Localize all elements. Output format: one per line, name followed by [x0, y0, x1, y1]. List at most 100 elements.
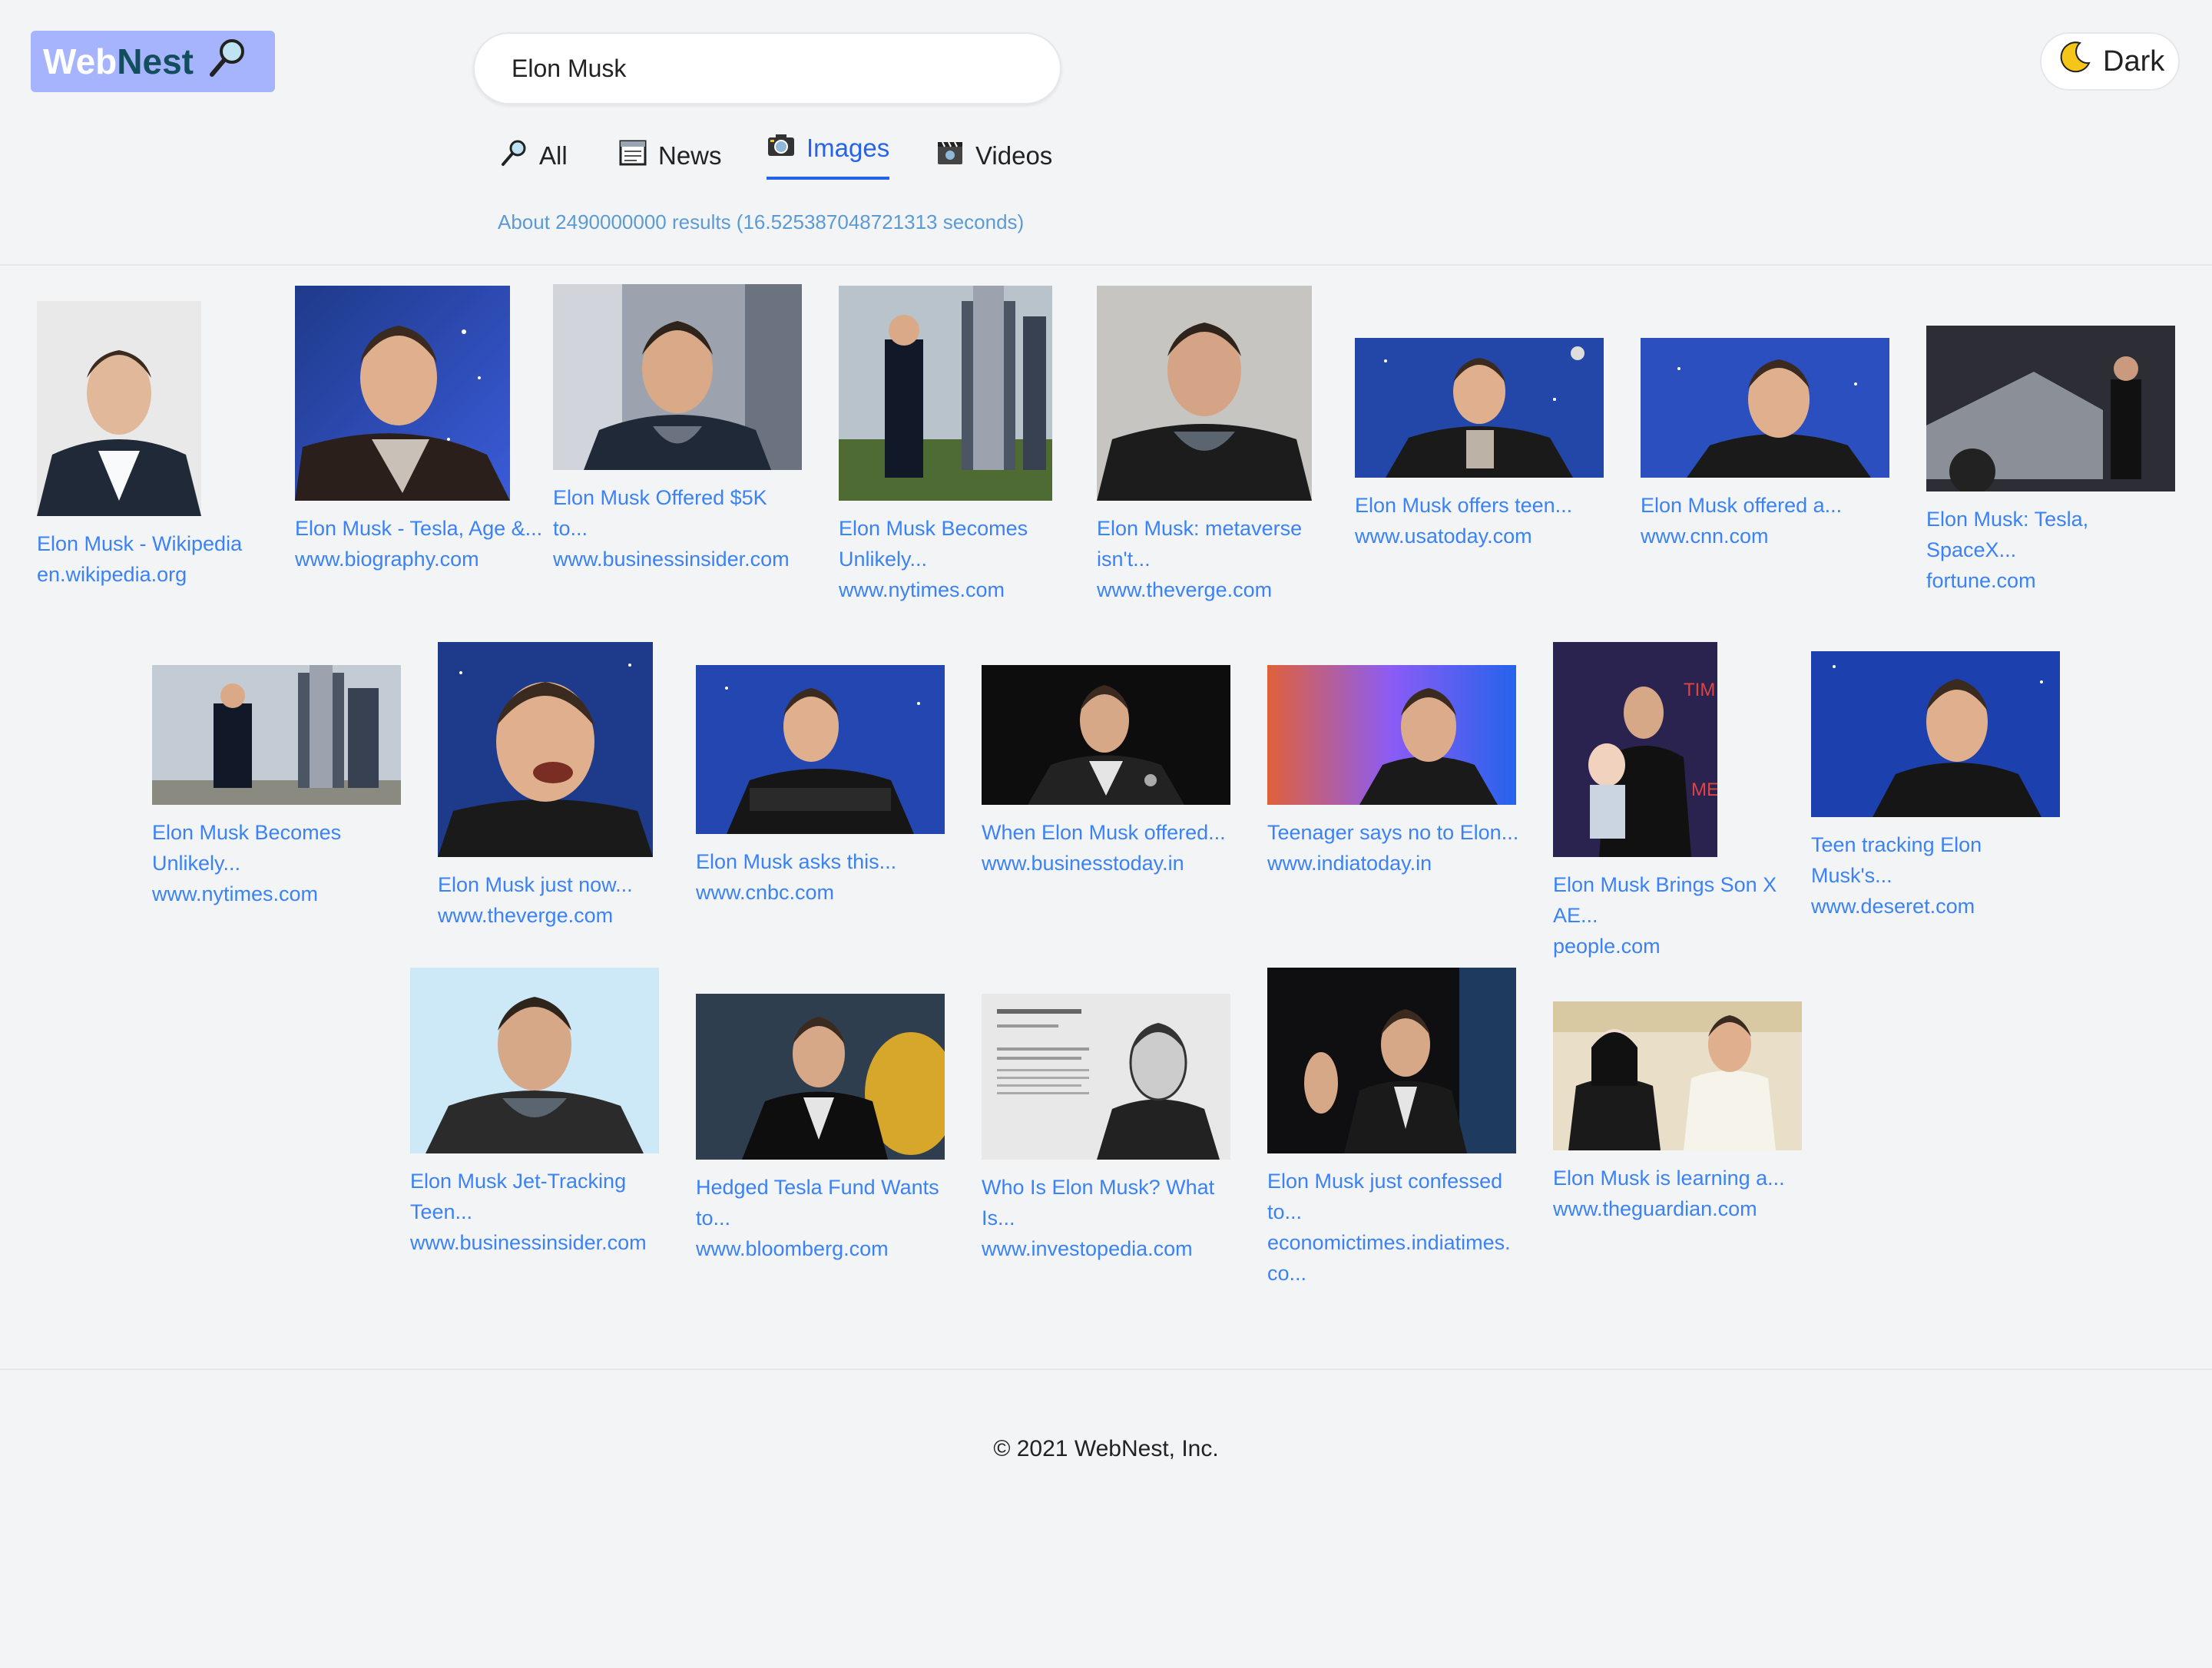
result-source: www.nytimes.com: [839, 578, 1005, 601]
image-result[interactable]: TIM ME Elon Musk Brings Son X AE... people…: [1553, 642, 1806, 961]
result-thumbnail[interactable]: [1926, 326, 2175, 491]
result-thumbnail[interactable]: [1267, 968, 1516, 1153]
search-input[interactable]: Elon Musk: [473, 32, 1061, 104]
image-result[interactable]: Elon Musk asks this... www.cnbc.com: [696, 665, 949, 908]
result-thumbnail[interactable]: [1811, 651, 2060, 817]
image-result[interactable]: Elon Musk - Tesla, Age &... www.biography…: [295, 286, 548, 574]
tab-images-label: Images: [806, 134, 890, 162]
image-result[interactable]: Teen tracking Elon Musk's... www.deseret.…: [1811, 651, 2065, 922]
result-source: www.indiatoday.in: [1267, 852, 1432, 875]
result-source: people.com: [1553, 935, 1661, 958]
result-title: Elon Musk just confessed to...: [1267, 1170, 1503, 1223]
result-thumbnail[interactable]: [1641, 338, 1889, 478]
image-result[interactable]: When Elon Musk offered... www.businesstod…: [982, 665, 1235, 879]
tab-news-label: News: [658, 141, 722, 170]
image-result[interactable]: Elon Musk: Tesla, SpaceX... fortune.com: [1926, 326, 2180, 596]
tab-all-label: All: [539, 141, 568, 170]
result-title: Elon Musk offers teen...: [1355, 494, 1573, 517]
results-stats: About 2490000000 results (16.52538704872…: [498, 210, 1025, 233]
camera-icon: [767, 131, 796, 166]
result-source: www.businesstoday.in: [982, 852, 1184, 875]
result-thumbnail[interactable]: [1267, 665, 1516, 805]
result-source: fortune.com: [1926, 569, 2036, 592]
result-source: www.businessinsider.com: [410, 1231, 647, 1254]
tab-news[interactable]: News: [618, 138, 722, 174]
image-result[interactable]: Elon Musk just confessed to... economicti…: [1267, 968, 1521, 1289]
result-source: www.deseret.com: [1811, 895, 1975, 918]
result-title: Elon Musk offered a...: [1641, 494, 1843, 517]
result-thumbnail[interactable]: [696, 665, 945, 834]
result-title: Elon Musk: metaverse isn't...: [1097, 517, 1303, 571]
result-title: Teenager says no to Elon...: [1267, 821, 1519, 844]
result-thumbnail[interactable]: [37, 301, 201, 516]
magnifier-icon: [206, 36, 249, 88]
image-result[interactable]: Elon Musk Offered $5K to... www.businessi…: [553, 284, 806, 574]
result-thumbnail[interactable]: [152, 665, 401, 805]
tab-images[interactable]: Images: [767, 131, 890, 180]
newspaper-icon: [618, 138, 647, 174]
image-result[interactable]: Hedged Tesla Fund Wants to... www.bloombe…: [696, 994, 949, 1264]
result-thumbnail[interactable]: [982, 665, 1230, 805]
image-result[interactable]: Elon Musk Jet-Tracking Teen... www.busine…: [410, 968, 664, 1258]
tab-videos-label: Videos: [975, 141, 1053, 170]
image-result[interactable]: Elon Musk Becomes Unlikely... www.nytimes…: [839, 286, 1092, 605]
result-title: Elon Musk: Tesla, SpaceX...: [1926, 508, 2089, 561]
result-source: www.usatoday.com: [1355, 525, 1532, 548]
result-source: www.bloomberg.com: [696, 1237, 889, 1260]
image-result[interactable]: Teenager says no to Elon... www.indiatoda…: [1267, 665, 1521, 879]
result-source: en.wikipedia.org: [37, 563, 187, 586]
image-result[interactable]: Elon Musk is learning a... www.theguardia…: [1553, 1001, 1806, 1224]
result-title: Teen tracking Elon Musk's...: [1811, 833, 1982, 887]
result-title: Elon Musk Jet-Tracking Teen...: [410, 1170, 627, 1223]
result-thumbnail[interactable]: [295, 286, 510, 501]
result-source: www.theverge.com: [1097, 578, 1273, 601]
image-result[interactable]: Elon Musk offers teen... www.usatoday.com: [1355, 338, 1608, 551]
result-source: www.cnn.com: [1641, 525, 1769, 548]
video-camera-icon: [935, 138, 965, 174]
result-title: Hedged Tesla Fund Wants to...: [696, 1176, 939, 1229]
result-title: Who Is Elon Musk? What Is...: [982, 1176, 1215, 1229]
result-source: www.investopedia.com: [982, 1237, 1193, 1260]
image-result[interactable]: Elon Musk - Wikipedia en.wikipedia.org: [37, 301, 290, 590]
result-thumbnail[interactable]: [438, 642, 653, 857]
result-thumbnail[interactable]: [1355, 338, 1604, 478]
result-source: www.theverge.com: [438, 904, 614, 927]
result-title: Elon Musk - Wikipedia: [37, 532, 243, 555]
image-result[interactable]: Elon Musk offered a... www.cnn.com: [1641, 338, 1894, 551]
result-thumbnail[interactable]: [696, 994, 945, 1160]
result-title: Elon Musk Becomes Unlikely...: [152, 821, 342, 875]
dark-mode-toggle[interactable]: Dark: [2040, 32, 2180, 91]
result-title: Elon Musk is learning a...: [1553, 1167, 1785, 1190]
result-title: When Elon Musk offered...: [982, 821, 1226, 844]
result-thumbnail[interactable]: [1097, 286, 1312, 501]
result-thumbnail[interactable]: [410, 968, 659, 1153]
result-source: www.theguardian.com: [1553, 1197, 1757, 1220]
image-result[interactable]: Who Is Elon Musk? What Is... www.investop…: [982, 994, 1235, 1264]
tab-all[interactable]: All: [499, 138, 568, 174]
result-source: www.biography.com: [295, 548, 479, 571]
image-result[interactable]: Elon Musk just now... www.theverge.com: [438, 642, 691, 931]
result-source: www.nytimes.com: [152, 882, 319, 905]
logo-text-web: Web: [43, 41, 118, 81]
result-title: Elon Musk Becomes Unlikely...: [839, 517, 1028, 571]
result-source: www.businessinsider.com: [553, 548, 790, 571]
image-result[interactable]: Elon Musk: metaverse isn't... www.theverg…: [1097, 286, 1350, 605]
result-thumbnail[interactable]: [553, 284, 802, 470]
result-thumbnail[interactable]: [839, 286, 1052, 501]
result-thumbnail[interactable]: [1553, 1001, 1802, 1150]
footer-divider: [0, 1368, 2212, 1370]
footer-copyright: © 2021 WebNest, Inc.: [993, 1436, 1219, 1461]
image-result[interactable]: Elon Musk Becomes Unlikely... www.nytimes…: [152, 665, 406, 909]
result-thumbnail[interactable]: [982, 994, 1230, 1160]
result-thumbnail[interactable]: TIM ME: [1553, 642, 1717, 857]
result-source: www.cnbc.com: [696, 881, 835, 904]
magnifier-icon: [499, 138, 528, 174]
tab-videos[interactable]: Videos: [935, 138, 1052, 174]
result-title: Elon Musk Offered $5K to...: [553, 486, 767, 540]
result-source: economictimes.indiatimes.co...: [1267, 1231, 1511, 1285]
result-title: Elon Musk just now...: [438, 873, 633, 896]
logo-text-nest: Nest: [117, 41, 194, 81]
logo[interactable]: Web Nest: [31, 31, 275, 92]
svg-text:TIM: TIM: [1684, 680, 1715, 700]
search-input-value: Elon Musk: [512, 54, 627, 82]
